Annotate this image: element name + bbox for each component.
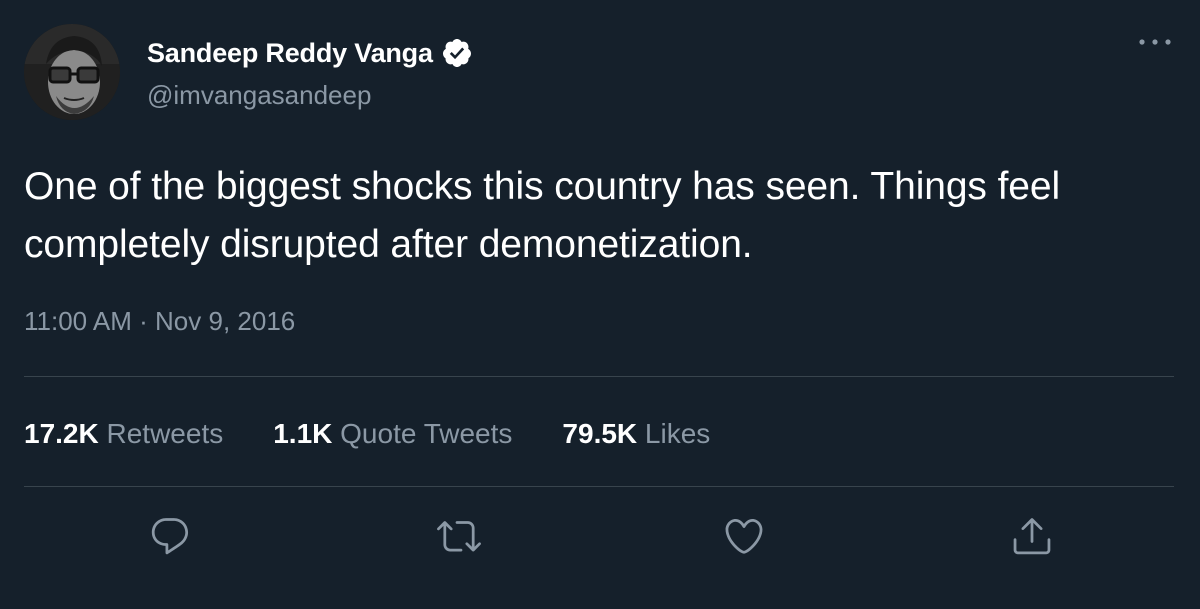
retweet-icon — [437, 521, 481, 552]
retweet-button[interactable] — [437, 514, 481, 558]
divider — [24, 486, 1174, 487]
quote-tweets-count: 1.1K — [273, 418, 333, 449]
quote-tweets-stat[interactable]: 1.1K Quote Tweets — [273, 418, 512, 450]
author-display-name[interactable]: Sandeep Reddy Vanga — [147, 38, 433, 69]
retweets-label: Retweets — [106, 418, 224, 449]
tweet-timestamp[interactable]: 11:00 AM · Nov 9, 2016 — [24, 306, 295, 337]
reply-button[interactable] — [148, 514, 192, 558]
divider — [24, 376, 1174, 377]
share-button[interactable] — [1010, 514, 1054, 558]
likes-label: Likes — [644, 418, 711, 449]
likes-count: 79.5K — [562, 418, 638, 449]
author-handle[interactable]: @imvangasandeep — [147, 80, 371, 111]
like-button[interactable] — [722, 514, 766, 558]
likes-stat[interactable]: 79.5K Likes — [562, 418, 710, 450]
engagement-stats: 17.2K Retweets 1.1K Quote Tweets 79.5K L… — [24, 418, 760, 450]
retweets-stat[interactable]: 17.2K Retweets — [24, 418, 223, 450]
heart-icon — [725, 518, 763, 554]
reply-icon — [151, 518, 189, 555]
avatar-image — [24, 24, 120, 120]
quote-tweets-label: Quote Tweets — [340, 418, 513, 449]
tweet-text: One of the biggest shocks this country h… — [24, 165, 1061, 266]
retweets-count: 17.2K — [24, 418, 99, 449]
author-name-row: Sandeep Reddy Vanga — [147, 33, 473, 73]
verified-badge-icon — [441, 37, 473, 69]
more-options-icon[interactable] — [1138, 32, 1172, 52]
avatar[interactable] — [24, 24, 120, 120]
share-icon — [1013, 518, 1051, 555]
